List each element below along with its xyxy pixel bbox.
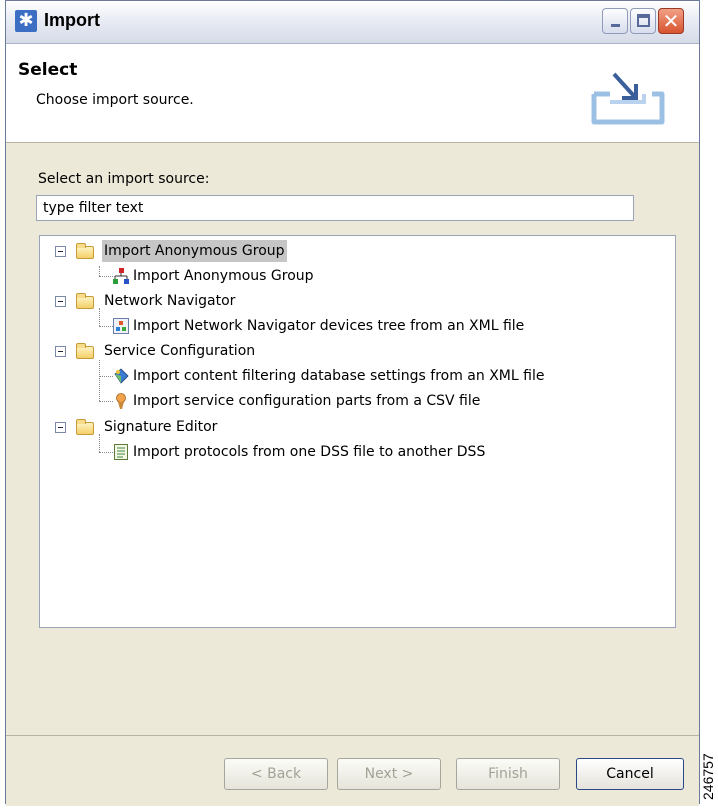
button-bar: < Back Next > Finish Cancel: [6, 735, 699, 806]
tree-item-label: Import protocols from one DSS file to an…: [133, 444, 486, 460]
import-source-tree[interactable]: Import Anonymous Group Import Anonymous …: [39, 235, 676, 628]
folder-open-icon: [76, 343, 94, 359]
tree-group-row[interactable]: Service Configuration: [40, 340, 640, 362]
page-description: Choose import source.: [36, 92, 194, 108]
close-button[interactable]: ✕: [658, 8, 684, 34]
page-title: Select: [18, 60, 78, 80]
folder-open-icon: [76, 243, 94, 259]
folder-open-icon: [76, 293, 94, 309]
close-icon: ✕: [662, 9, 680, 33]
next-button[interactable]: Next >: [337, 758, 441, 790]
minimize-button[interactable]: [602, 8, 628, 34]
collapse-toggle-icon[interactable]: [55, 246, 66, 257]
filter-input[interactable]: [36, 195, 634, 221]
collapse-toggle-icon[interactable]: [55, 422, 66, 433]
wizard-body: Select an import source: Import Anonymou…: [6, 143, 699, 735]
tree-group-label: Import Anonymous Group: [102, 240, 287, 262]
figure-id-text: 246757: [700, 753, 716, 800]
document-icon: [114, 444, 128, 460]
collapse-toggle-icon[interactable]: [55, 346, 66, 357]
filter-label: Select an import source:: [38, 171, 210, 187]
minimize-icon: [611, 24, 620, 27]
title-bar[interactable]: ✱ Import ✕: [6, 1, 699, 44]
cancel-button[interactable]: Cancel: [576, 758, 684, 790]
collapse-toggle-icon[interactable]: [55, 296, 66, 307]
tree-item-label: Import content filtering database settin…: [133, 368, 545, 384]
wizard-header: Select Choose import source.: [6, 44, 699, 143]
folder-open-icon: [76, 419, 94, 435]
tree-group-row[interactable]: Network Navigator: [40, 290, 640, 312]
import-dialog: ✱ Import ✕ Select Choose import source. …: [5, 0, 700, 806]
content-filter-icon: [114, 368, 129, 384]
maximize-icon: [637, 14, 650, 27]
tree-item-row[interactable]: Import content filtering database settin…: [40, 365, 640, 387]
tree-item-row[interactable]: Import protocols from one DSS file to an…: [40, 441, 640, 463]
network-navigator-icon: [113, 318, 129, 334]
figure-id-watermark: 246757: [700, 753, 716, 800]
tree-item-label: Import Anonymous Group: [133, 268, 314, 284]
tree-group-label: Signature Editor: [104, 419, 218, 435]
tree-item-label: Import service configuration parts from …: [133, 393, 481, 409]
tree-group-label: Service Configuration: [104, 343, 256, 359]
tree-item-row[interactable]: Import Network Navigator devices tree fr…: [40, 315, 640, 337]
window-title: Import: [44, 10, 100, 30]
maximize-button[interactable]: [630, 8, 656, 34]
tree-group-label: Network Navigator: [104, 293, 236, 309]
tree-item-row[interactable]: Import service configuration parts from …: [40, 390, 640, 412]
back-button[interactable]: < Back: [224, 758, 328, 790]
tree-item-row[interactable]: Import Anonymous Group: [40, 265, 640, 287]
finish-button[interactable]: Finish: [456, 758, 560, 790]
app-icon: ✱: [15, 10, 37, 32]
tree-group-row[interactable]: Import Anonymous Group: [40, 240, 640, 262]
hierarchy-icon: [113, 268, 129, 284]
tree-item-label: Import Network Navigator devices tree fr…: [133, 318, 525, 334]
service-config-icon: [116, 393, 126, 409]
import-wizard-icon: [591, 72, 665, 125]
tree-group-row[interactable]: Signature Editor: [40, 416, 640, 438]
